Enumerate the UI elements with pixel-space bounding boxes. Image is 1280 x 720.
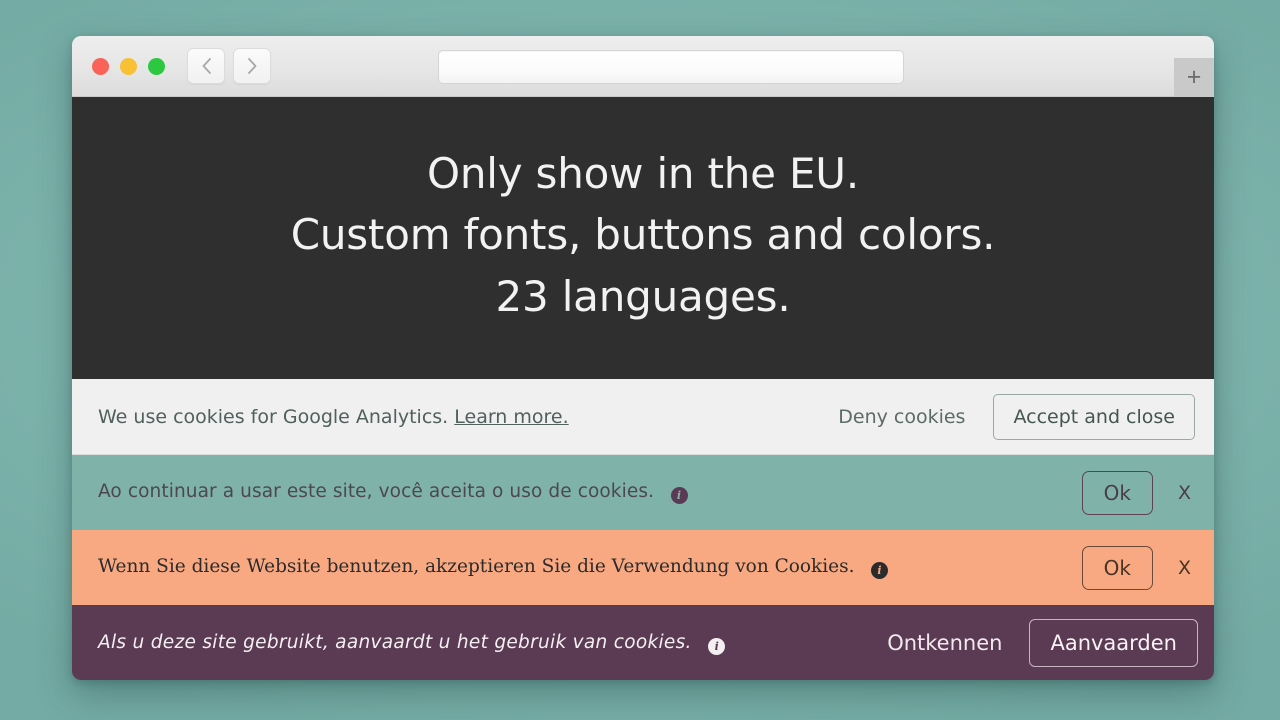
cookie-banner-german: Wenn Sie diese Website benutzen, akzepti… xyxy=(72,530,1214,605)
info-icon[interactable]: i xyxy=(870,562,888,579)
maximize-window-icon[interactable] xyxy=(148,57,165,75)
banner-portuguese-text: Ao continuar a usar este site, você acei… xyxy=(72,481,688,504)
cookie-banner-portuguese: Ao continuar a usar este site, você acei… xyxy=(72,455,1214,530)
window-controls xyxy=(92,57,165,75)
banner-analytics-message: We use cookies for Google Analytics. xyxy=(98,405,449,428)
minimize-window-icon[interactable] xyxy=(120,57,137,75)
cookie-banner-dutch: Als u deze site gebruikt, aanvaardt u he… xyxy=(72,605,1214,680)
ok-button[interactable]: Ok xyxy=(1081,470,1153,515)
banner-dutch-actions: Ontkennen Aanvaarden xyxy=(887,619,1214,667)
browser-window: + Only show in the EU. Custom fonts, but… xyxy=(72,36,1214,680)
banner-portuguese-actions: Ok X xyxy=(1081,470,1214,515)
banner-dutch-message: Als u deze site gebruikt, aanvaardt u he… xyxy=(98,631,692,653)
ok-button[interactable]: Ok xyxy=(1081,545,1153,590)
url-input[interactable] xyxy=(438,50,904,84)
hero-line-1: Only show in the EU. xyxy=(427,149,859,199)
new-tab-button[interactable]: + xyxy=(1174,58,1214,97)
banner-german-text: Wenn Sie diese Website benutzen, akzepti… xyxy=(72,556,888,579)
banner-dutch-text: Als u deze site gebruikt, aanvaardt u he… xyxy=(72,631,726,655)
close-window-icon[interactable] xyxy=(92,57,109,75)
banner-german-message: Wenn Sie diese Website benutzen, akzepti… xyxy=(98,556,855,577)
forward-button[interactable] xyxy=(233,48,271,84)
ontkennen-button[interactable]: Ontkennen xyxy=(887,631,1002,655)
accept-and-close-button[interactable]: Accept and close xyxy=(993,393,1195,440)
deny-cookies-button[interactable]: Deny cookies xyxy=(838,406,965,428)
browser-toolbar: + xyxy=(72,36,1214,97)
chevron-right-icon xyxy=(247,58,256,74)
hero-section: Only show in the EU. Custom fonts, butto… xyxy=(72,97,1214,379)
banner-analytics-actions: Deny cookies Accept and close xyxy=(838,393,1214,440)
navigation-buttons xyxy=(187,48,271,84)
info-icon[interactable]: i xyxy=(670,487,688,504)
hero-line-3: 23 languages. xyxy=(495,271,791,321)
banner-analytics-text: We use cookies for Google Analytics. Lea… xyxy=(72,406,569,428)
chevron-left-icon xyxy=(202,58,211,74)
info-icon[interactable]: i xyxy=(708,637,726,655)
close-banner-button[interactable]: X xyxy=(1178,482,1191,504)
hero-line-2: Custom fonts, buttons and colors. xyxy=(290,210,996,260)
back-button[interactable] xyxy=(187,48,225,84)
close-banner-button[interactable]: X xyxy=(1178,557,1191,579)
banner-german-actions: Ok X xyxy=(1081,545,1214,590)
cookie-banner-analytics: We use cookies for Google Analytics. Lea… xyxy=(72,379,1214,455)
banner-portuguese-message: Ao continuar a usar este site, você acei… xyxy=(98,481,655,502)
aanvaarden-button[interactable]: Aanvaarden xyxy=(1029,619,1198,667)
learn-more-link[interactable]: Learn more. xyxy=(454,406,568,428)
